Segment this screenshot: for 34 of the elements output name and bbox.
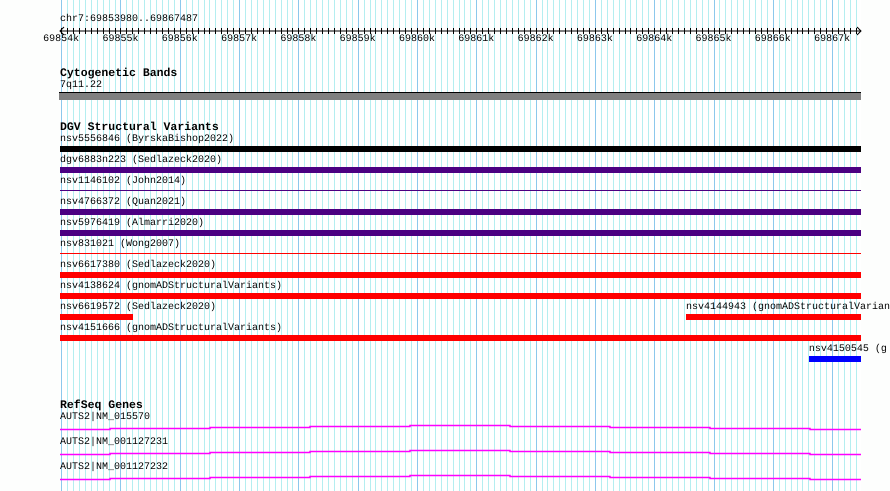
tick-label: 69855k xyxy=(102,34,138,46)
tick-label: 69859k xyxy=(340,34,376,46)
track-title: RefSeq Genes xyxy=(60,399,143,412)
tick-label: 69862k xyxy=(518,34,554,46)
variant-label: nsv1146102 (John2014) xyxy=(60,176,186,188)
tick-label: 69857k xyxy=(221,34,258,46)
tick-label: 69863k xyxy=(576,34,613,46)
tick-label: 69865k xyxy=(696,34,732,46)
band-label: 7q11.22 xyxy=(60,80,102,92)
tick-label: 69858k xyxy=(280,34,316,46)
location-label: chr7:69853980..69867487 xyxy=(60,14,198,26)
variant-label: dgv6883n223 (Sedlazeck2020) xyxy=(60,155,222,167)
variant-label: nsv5556846 (ByrskaBishop2022) xyxy=(60,134,234,146)
tick-label: 69860k xyxy=(399,34,435,46)
track-title: Cytogenetic Bands xyxy=(60,67,178,80)
track-title: DGV Structural Variants xyxy=(60,121,219,134)
variant-label: nsv4151666 (gnomADStructuralVariants) xyxy=(60,323,282,335)
variant-label: nsv831021 (Wong2007) xyxy=(60,239,180,251)
variant-label: nsv6619572 (Sedlazeck2020) xyxy=(60,302,216,314)
tick-label: 69867k xyxy=(814,34,850,46)
transcript-label: AUTS2|NM_001127232 xyxy=(60,462,168,474)
tick-label: 69856k xyxy=(162,34,198,46)
variant-label: nsv5976419 (Almarri2020) xyxy=(60,218,204,230)
tick-label: 69861k xyxy=(458,34,494,46)
variant-label: nsv4138624 (gnomADStructuralVariants) xyxy=(60,281,282,293)
tick-label: 69854k xyxy=(43,34,80,46)
variant-label: nsv6617380 (Sedlazeck2020) xyxy=(60,260,216,272)
variant-label: nsv4144943 (gnomADStructuralVarian xyxy=(686,302,890,314)
tick-label: 69864k xyxy=(636,34,672,46)
variant-label: nsv4150545 (g xyxy=(808,344,887,356)
tick-label: 69866k xyxy=(754,34,791,46)
transcript-label: AUTS2|NM_015570 xyxy=(60,412,150,424)
transcript-label: AUTS2|NM_001127231 xyxy=(60,437,168,449)
variant-label: nsv4766372 (Quan2021) xyxy=(60,197,186,209)
